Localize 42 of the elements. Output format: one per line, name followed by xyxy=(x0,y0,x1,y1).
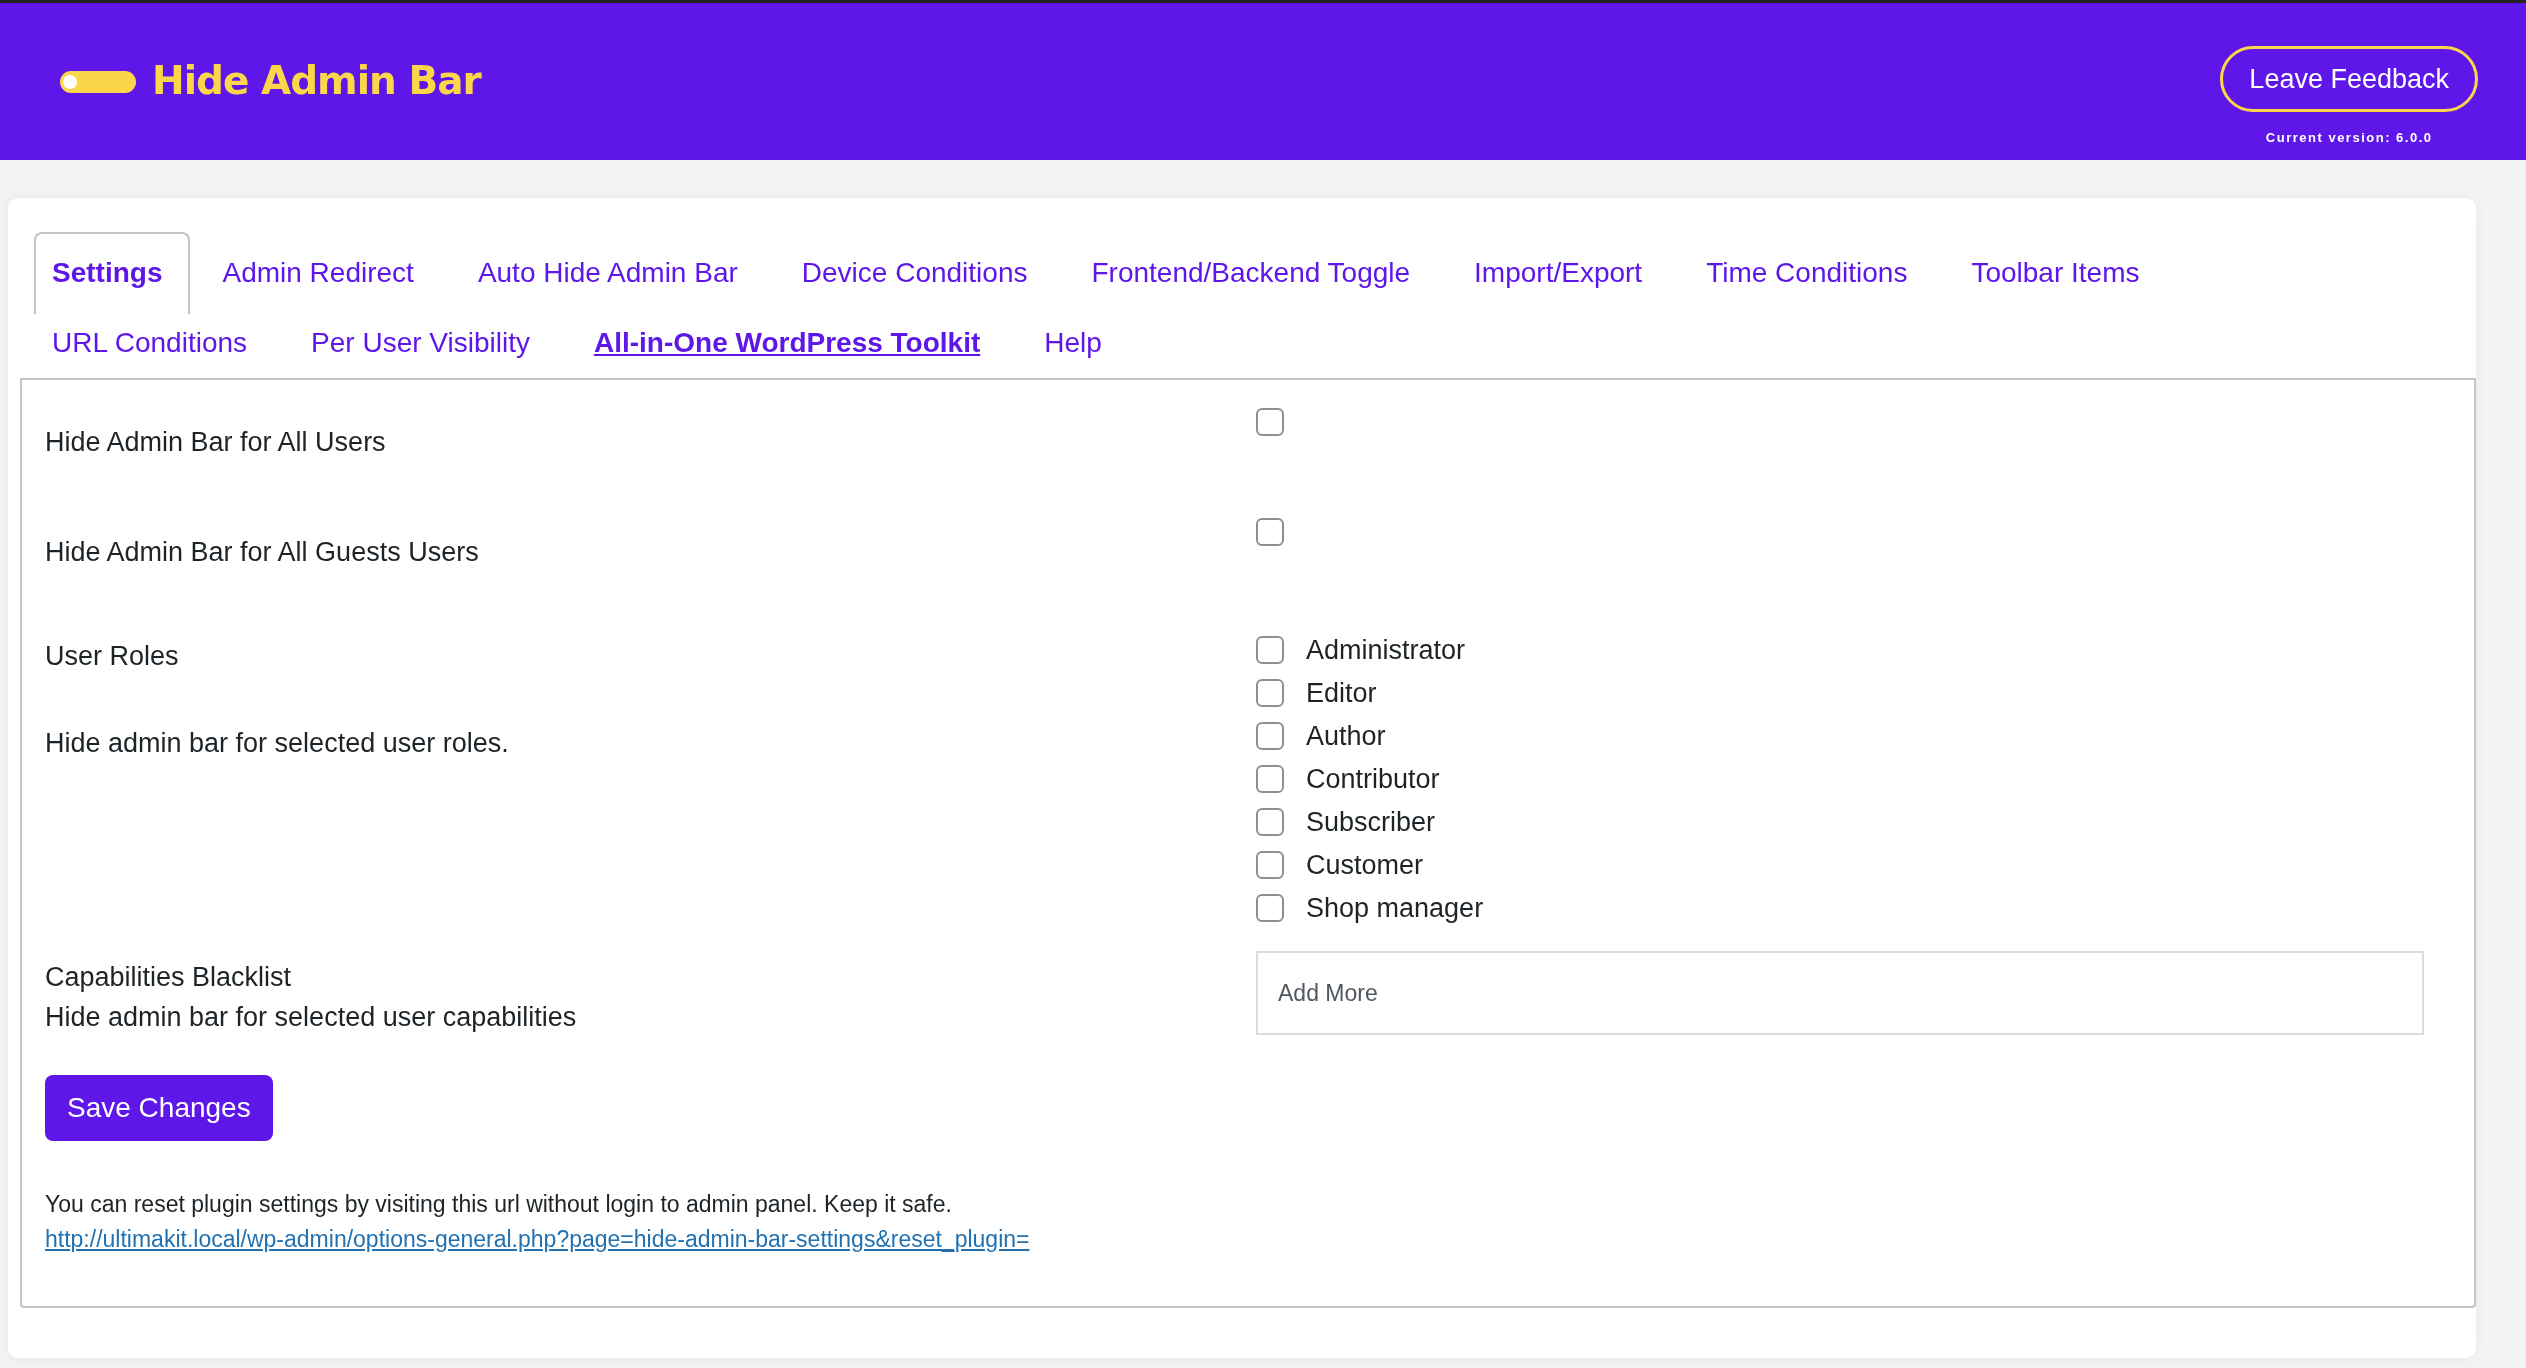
setting-description: Hide admin bar for selected user capabilities xyxy=(45,1001,577,1034)
setting-label: User Roles xyxy=(45,640,179,673)
checkbox[interactable] xyxy=(1256,850,1284,879)
tab[interactable]: Help xyxy=(1012,314,1134,370)
tab[interactable]: URL Conditions xyxy=(34,314,280,370)
tab[interactable]: Time Conditions xyxy=(1674,232,1940,314)
option-label: Subscriber xyxy=(1306,805,1436,839)
app-title: Hide Admin Bar xyxy=(152,57,481,106)
checkbox[interactable] xyxy=(1256,678,1284,707)
checkbox[interactable] xyxy=(1256,635,1284,664)
tab[interactable]: Per User Visibility xyxy=(279,314,562,370)
checkbox[interactable] xyxy=(1256,518,1284,546)
tab[interactable]: Import/Export xyxy=(1442,232,1675,314)
option-label: Administrator xyxy=(1306,633,1466,667)
tab[interactable]: Admin Redirect xyxy=(190,232,446,314)
tab[interactable]: Settings xyxy=(34,232,191,314)
tab[interactable]: All-in-One WordPress Toolkit xyxy=(561,314,1013,370)
option-label: Customer xyxy=(1306,848,1424,882)
setting-label: Hide Admin Bar for All Users xyxy=(45,426,386,459)
option-label: Editor xyxy=(1306,676,1377,710)
version-text: Current version: 6.0.0 xyxy=(2265,129,2433,147)
feedback-button[interactable]: Leave Feedback xyxy=(2220,45,2478,112)
reset-note: You can reset plugin settings by visiting this url without login to admin panel. Keep it safe. xyxy=(45,1190,953,1219)
tab[interactable]: Frontend/Backend Toggle xyxy=(1059,232,1443,314)
checkbox[interactable] xyxy=(1256,807,1284,836)
tab[interactable]: Device Conditions xyxy=(769,232,1060,314)
checkbox[interactable] xyxy=(1256,764,1284,793)
reset-link[interactable]: http://ultimakit.local/wp-admin/options-general.php?page=hide-admin-bar-settings&reset_plugin= xyxy=(45,1225,1030,1252)
setting-label: Capabilities Blacklist xyxy=(45,961,292,994)
setting-label: Hide Admin Bar for All Guests Users xyxy=(45,536,479,569)
capabilities-field[interactable]: Add More xyxy=(1256,951,2424,1035)
toggle-icon xyxy=(60,70,136,93)
tab[interactable]: Toolbar Items xyxy=(1939,232,2172,314)
checkbox[interactable] xyxy=(1256,721,1284,750)
option-label: Author xyxy=(1306,719,1386,753)
checkbox[interactable] xyxy=(1256,408,1284,436)
option-label: Shop manager xyxy=(1306,891,1484,925)
option-label: Contributor xyxy=(1306,762,1440,796)
checkbox[interactable] xyxy=(1256,893,1284,922)
save-button[interactable]: Save Changes xyxy=(45,1075,273,1141)
setting-description: Hide admin bar for selected user roles. xyxy=(45,727,509,760)
tab[interactable]: Auto Hide Admin Bar xyxy=(445,232,770,314)
